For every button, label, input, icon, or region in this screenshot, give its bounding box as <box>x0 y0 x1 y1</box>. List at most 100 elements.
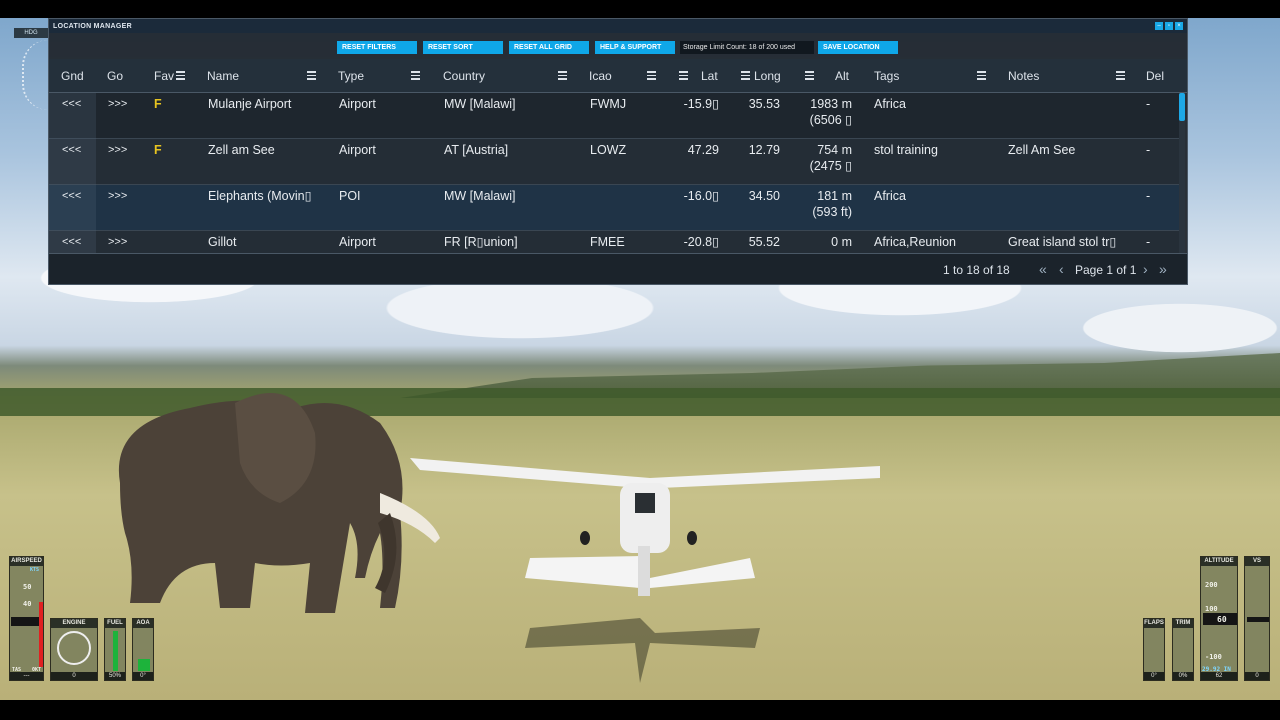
col-name-menu-icon[interactable] <box>307 71 316 80</box>
col-tags[interactable]: Tags <box>874 59 899 93</box>
next-page-icon[interactable]: › <box>1143 261 1148 277</box>
location-long: 12.79 <box>748 143 780 157</box>
col-notes-menu-icon[interactable] <box>1116 71 1125 80</box>
col-del[interactable]: Del <box>1146 59 1164 93</box>
location-manager-window: LOCATION MANAGER – ▫ × RESET FILTERS RES… <box>48 18 1188 285</box>
go-button[interactable]: >>> <box>108 234 127 250</box>
flaps-gauge: FLAPS 0° <box>1143 618 1165 681</box>
prev-page-icon[interactable]: ‹ <box>1059 261 1064 277</box>
gnd-button[interactable]: <<< <box>62 188 81 204</box>
col-country-menu-icon[interactable] <box>558 71 567 80</box>
col-country[interactable]: Country <box>443 59 485 93</box>
altitude-current: 60 <box>1217 615 1227 624</box>
col-fav-menu-icon[interactable] <box>176 71 185 80</box>
gnd-button[interactable]: <<< <box>62 142 81 158</box>
airspeed-unit: KTS <box>30 567 40 573</box>
location-alt-ft: (593 ft) <box>812 205 852 219</box>
location-country: MW [Malawi] <box>444 97 516 111</box>
location-name: Elephants (Movin▯ <box>208 189 312 203</box>
col-type[interactable]: Type <box>338 59 364 93</box>
save-location-button[interactable]: SAVE LOCATION <box>818 41 898 54</box>
heading-indicator: HDG <box>14 28 48 38</box>
reset-filters-button[interactable]: RESET FILTERS <box>337 41 417 54</box>
fav-flag[interactable]: F <box>154 96 162 112</box>
engine-gauge: ENGINE 0 <box>50 618 98 681</box>
fuel-value: 50% <box>105 672 125 680</box>
col-gnd[interactable]: Gnd <box>61 59 84 93</box>
vs-label: VS <box>1245 557 1269 566</box>
window-titlebar[interactable]: LOCATION MANAGER – ▫ × <box>49 19 1187 33</box>
airspeed-pointer <box>11 617 39 626</box>
aoa-value: 0° <box>133 672 153 680</box>
location-long: 55.52 <box>748 235 780 249</box>
maximize-button[interactable]: ▫ <box>1165 22 1173 30</box>
table-row[interactable]: <<< >>> F Mulanje Airport Airport MW [Ma… <box>49 93 1179 139</box>
delete-button[interactable]: - <box>1146 96 1150 112</box>
flaps-label: FLAPS <box>1144 619 1164 628</box>
window-title: LOCATION MANAGER <box>53 22 132 30</box>
engine-value: 0 <box>51 672 97 680</box>
table-row[interactable]: <<< >>> F Zell am See Airport AT [Austri… <box>49 139 1179 185</box>
col-go[interactable]: Go <box>107 59 123 93</box>
delete-button[interactable]: - <box>1146 142 1150 158</box>
go-button[interactable]: >>> <box>108 96 127 112</box>
airspeed-red-band <box>39 602 43 667</box>
reset-all-grid-button[interactable]: RESET ALL GRID <box>509 41 589 54</box>
screen: HDG AIRSPEED KTS 50 40 TAS 0KT --- ENGIN… <box>0 0 1280 720</box>
location-icao: FMEE <box>590 235 625 249</box>
col-alt[interactable]: Alt <box>835 59 849 93</box>
fav-flag[interactable]: F <box>154 142 162 158</box>
col-icao-menu-icon[interactable] <box>647 71 656 80</box>
location-icao: LOWZ <box>590 143 627 157</box>
location-icao: FWMJ <box>590 97 627 111</box>
last-page-icon[interactable]: » <box>1159 261 1167 277</box>
location-tags: Africa <box>874 189 906 203</box>
col-long-menu-icon[interactable] <box>741 71 750 80</box>
aircraft-image <box>410 458 880 683</box>
reset-sort-button[interactable]: RESET SORT <box>423 41 503 54</box>
letterbox-bottom <box>0 700 1280 720</box>
table-row[interactable]: <<< >>> Elephants (Movin▯ POI MW [Malawi… <box>49 185 1179 231</box>
scrollbar-thumb[interactable] <box>1179 93 1185 121</box>
help-support-button[interactable]: HELP & SUPPORT <box>595 41 675 54</box>
col-long[interactable]: Long <box>754 59 781 93</box>
delete-button[interactable]: - <box>1146 234 1150 250</box>
delete-button[interactable]: - <box>1146 188 1150 204</box>
location-type: Airport <box>339 97 376 111</box>
go-button[interactable]: >>> <box>108 142 127 158</box>
go-button[interactable]: >>> <box>108 188 127 204</box>
locations-grid: Gnd Go Fav Name Type Country Icao Lat Lo… <box>49 59 1187 253</box>
location-name: Gillot <box>208 235 237 249</box>
col-lat[interactable]: Lat <box>701 59 718 93</box>
altitude-gauge: ALTITUDE 200 100 60 -100 29.92 IN 62 <box>1200 556 1238 681</box>
location-lat: -20.8▯ <box>683 235 719 249</box>
col-type-menu-icon[interactable] <box>411 71 420 80</box>
aoa-label: AOA <box>133 619 153 628</box>
location-alt: 1983 m <box>810 97 852 111</box>
first-page-icon[interactable]: « <box>1039 261 1047 277</box>
location-type: POI <box>339 189 361 203</box>
col-icao[interactable]: Icao <box>589 59 612 93</box>
table-row[interactable]: <<< >>> Gillot Airport FR [R▯union] FMEE… <box>49 231 1179 253</box>
airspeed-value: --- <box>10 672 43 680</box>
location-alt: 181 m <box>817 189 852 203</box>
col-notes[interactable]: Notes <box>1008 59 1039 93</box>
col-fav[interactable]: Fav <box>154 59 174 93</box>
grid-scrollbar[interactable] <box>1179 93 1185 253</box>
close-button[interactable]: × <box>1175 22 1183 30</box>
col-lat-menu-icon[interactable] <box>679 71 688 80</box>
col-alt-menu-icon[interactable] <box>805 71 814 80</box>
col-name[interactable]: Name <box>207 59 239 93</box>
airspeed-gauge: AIRSPEED KTS 50 40 TAS 0KT --- <box>9 556 44 681</box>
engine-dial <box>57 631 91 665</box>
vs-gauge: VS 0 <box>1244 556 1270 681</box>
location-type: Airport <box>339 235 376 249</box>
pagination-bar: 1 to 18 of 18 « ‹ Page 1 of 1 › » <box>49 253 1187 284</box>
gnd-button[interactable]: <<< <box>62 96 81 112</box>
minimize-button[interactable]: – <box>1155 22 1163 30</box>
altitude-label: ALTITUDE <box>1201 557 1237 566</box>
gnd-button[interactable]: <<< <box>62 234 81 250</box>
location-alt: 0 m <box>831 235 852 249</box>
col-tags-menu-icon[interactable] <box>977 71 986 80</box>
trim-label: TRIM <box>1173 619 1193 628</box>
